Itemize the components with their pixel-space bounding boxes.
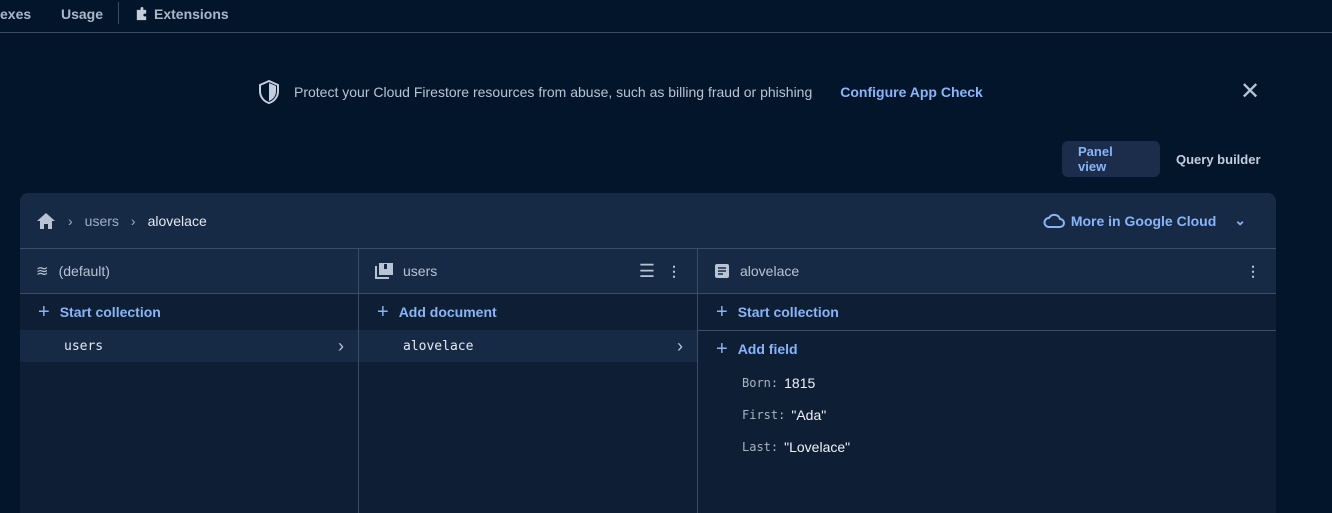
breadcrumb-users[interactable]: users bbox=[85, 213, 119, 229]
more-in-google-cloud-button[interactable]: More in Google Cloud ⌄ bbox=[1043, 212, 1246, 229]
start-collection-button[interactable]: + Start collection bbox=[20, 294, 358, 330]
top-nav: exes Usage Extensions bbox=[0, 0, 1332, 33]
plus-icon: + bbox=[716, 337, 728, 360]
nav-usage[interactable]: Usage bbox=[61, 6, 103, 22]
more-vert-icon[interactable]: ⋮ bbox=[667, 263, 681, 280]
banner-text: Protect your Cloud Firestore resources f… bbox=[294, 84, 813, 100]
cloud-icon bbox=[1043, 213, 1065, 228]
home-icon[interactable] bbox=[36, 212, 56, 230]
column-document: alovelace ⋮ + Start collection + Add field… bbox=[698, 249, 1276, 513]
nav-divider bbox=[118, 2, 119, 24]
plus-icon: + bbox=[716, 300, 728, 323]
column-users: users ☰ ⋮ + Add document alovelace › bbox=[359, 249, 698, 513]
data-viewer: › users › alovelace More in Google Cloud… bbox=[20, 193, 1276, 513]
field-row[interactable]: Born: 1815 bbox=[698, 367, 1276, 399]
start-collection-button[interactable]: + Start collection bbox=[698, 294, 1276, 331]
nav-indexes[interactable]: exes bbox=[0, 6, 31, 22]
column-header: users ☰ ⋮ bbox=[359, 249, 697, 294]
panel-view-button[interactable]: Panel view bbox=[1062, 141, 1160, 177]
breadcrumb-alovelace[interactable]: alovelace bbox=[148, 213, 207, 229]
list-item[interactable]: users › bbox=[20, 330, 358, 362]
column-header: alovelace ⋮ bbox=[698, 249, 1276, 294]
chevron-down-icon: ⌄ bbox=[1234, 212, 1246, 228]
field-row[interactable]: First: "Ada" bbox=[698, 399, 1276, 431]
app-check-banner: Protect your Cloud Firestore resources f… bbox=[258, 80, 983, 104]
puzzle-icon bbox=[136, 6, 147, 20]
collection-icon bbox=[375, 263, 393, 279]
column-default: ≋ (default) + Start collection users › bbox=[20, 249, 359, 513]
plus-icon: + bbox=[377, 300, 389, 323]
chevron-right-icon: › bbox=[338, 335, 344, 356]
document-icon bbox=[715, 264, 729, 278]
filter-icon[interactable]: ☰ bbox=[639, 261, 655, 282]
plus-icon: + bbox=[38, 300, 50, 323]
chevron-right-icon: › bbox=[68, 212, 73, 229]
chevron-right-icon: › bbox=[677, 335, 683, 356]
list-item[interactable]: alovelace › bbox=[359, 330, 697, 362]
shield-icon bbox=[259, 80, 279, 104]
add-document-button[interactable]: + Add document bbox=[359, 294, 697, 330]
query-builder-button[interactable]: Query builder bbox=[1160, 141, 1277, 177]
close-icon[interactable]: ✕ bbox=[1240, 80, 1260, 104]
database-icon: ≋ bbox=[36, 263, 49, 280]
nav-extensions[interactable]: Extensions bbox=[134, 6, 229, 22]
column-header: ≋ (default) bbox=[20, 249, 358, 294]
field-row[interactable]: Last: "Lovelace" bbox=[698, 431, 1276, 463]
add-field-button[interactable]: + Add field bbox=[698, 331, 1276, 367]
chevron-right-icon: › bbox=[130, 212, 136, 229]
more-vert-icon[interactable]: ⋮ bbox=[1246, 263, 1260, 280]
configure-app-check-link[interactable]: Configure App Check bbox=[840, 84, 983, 100]
